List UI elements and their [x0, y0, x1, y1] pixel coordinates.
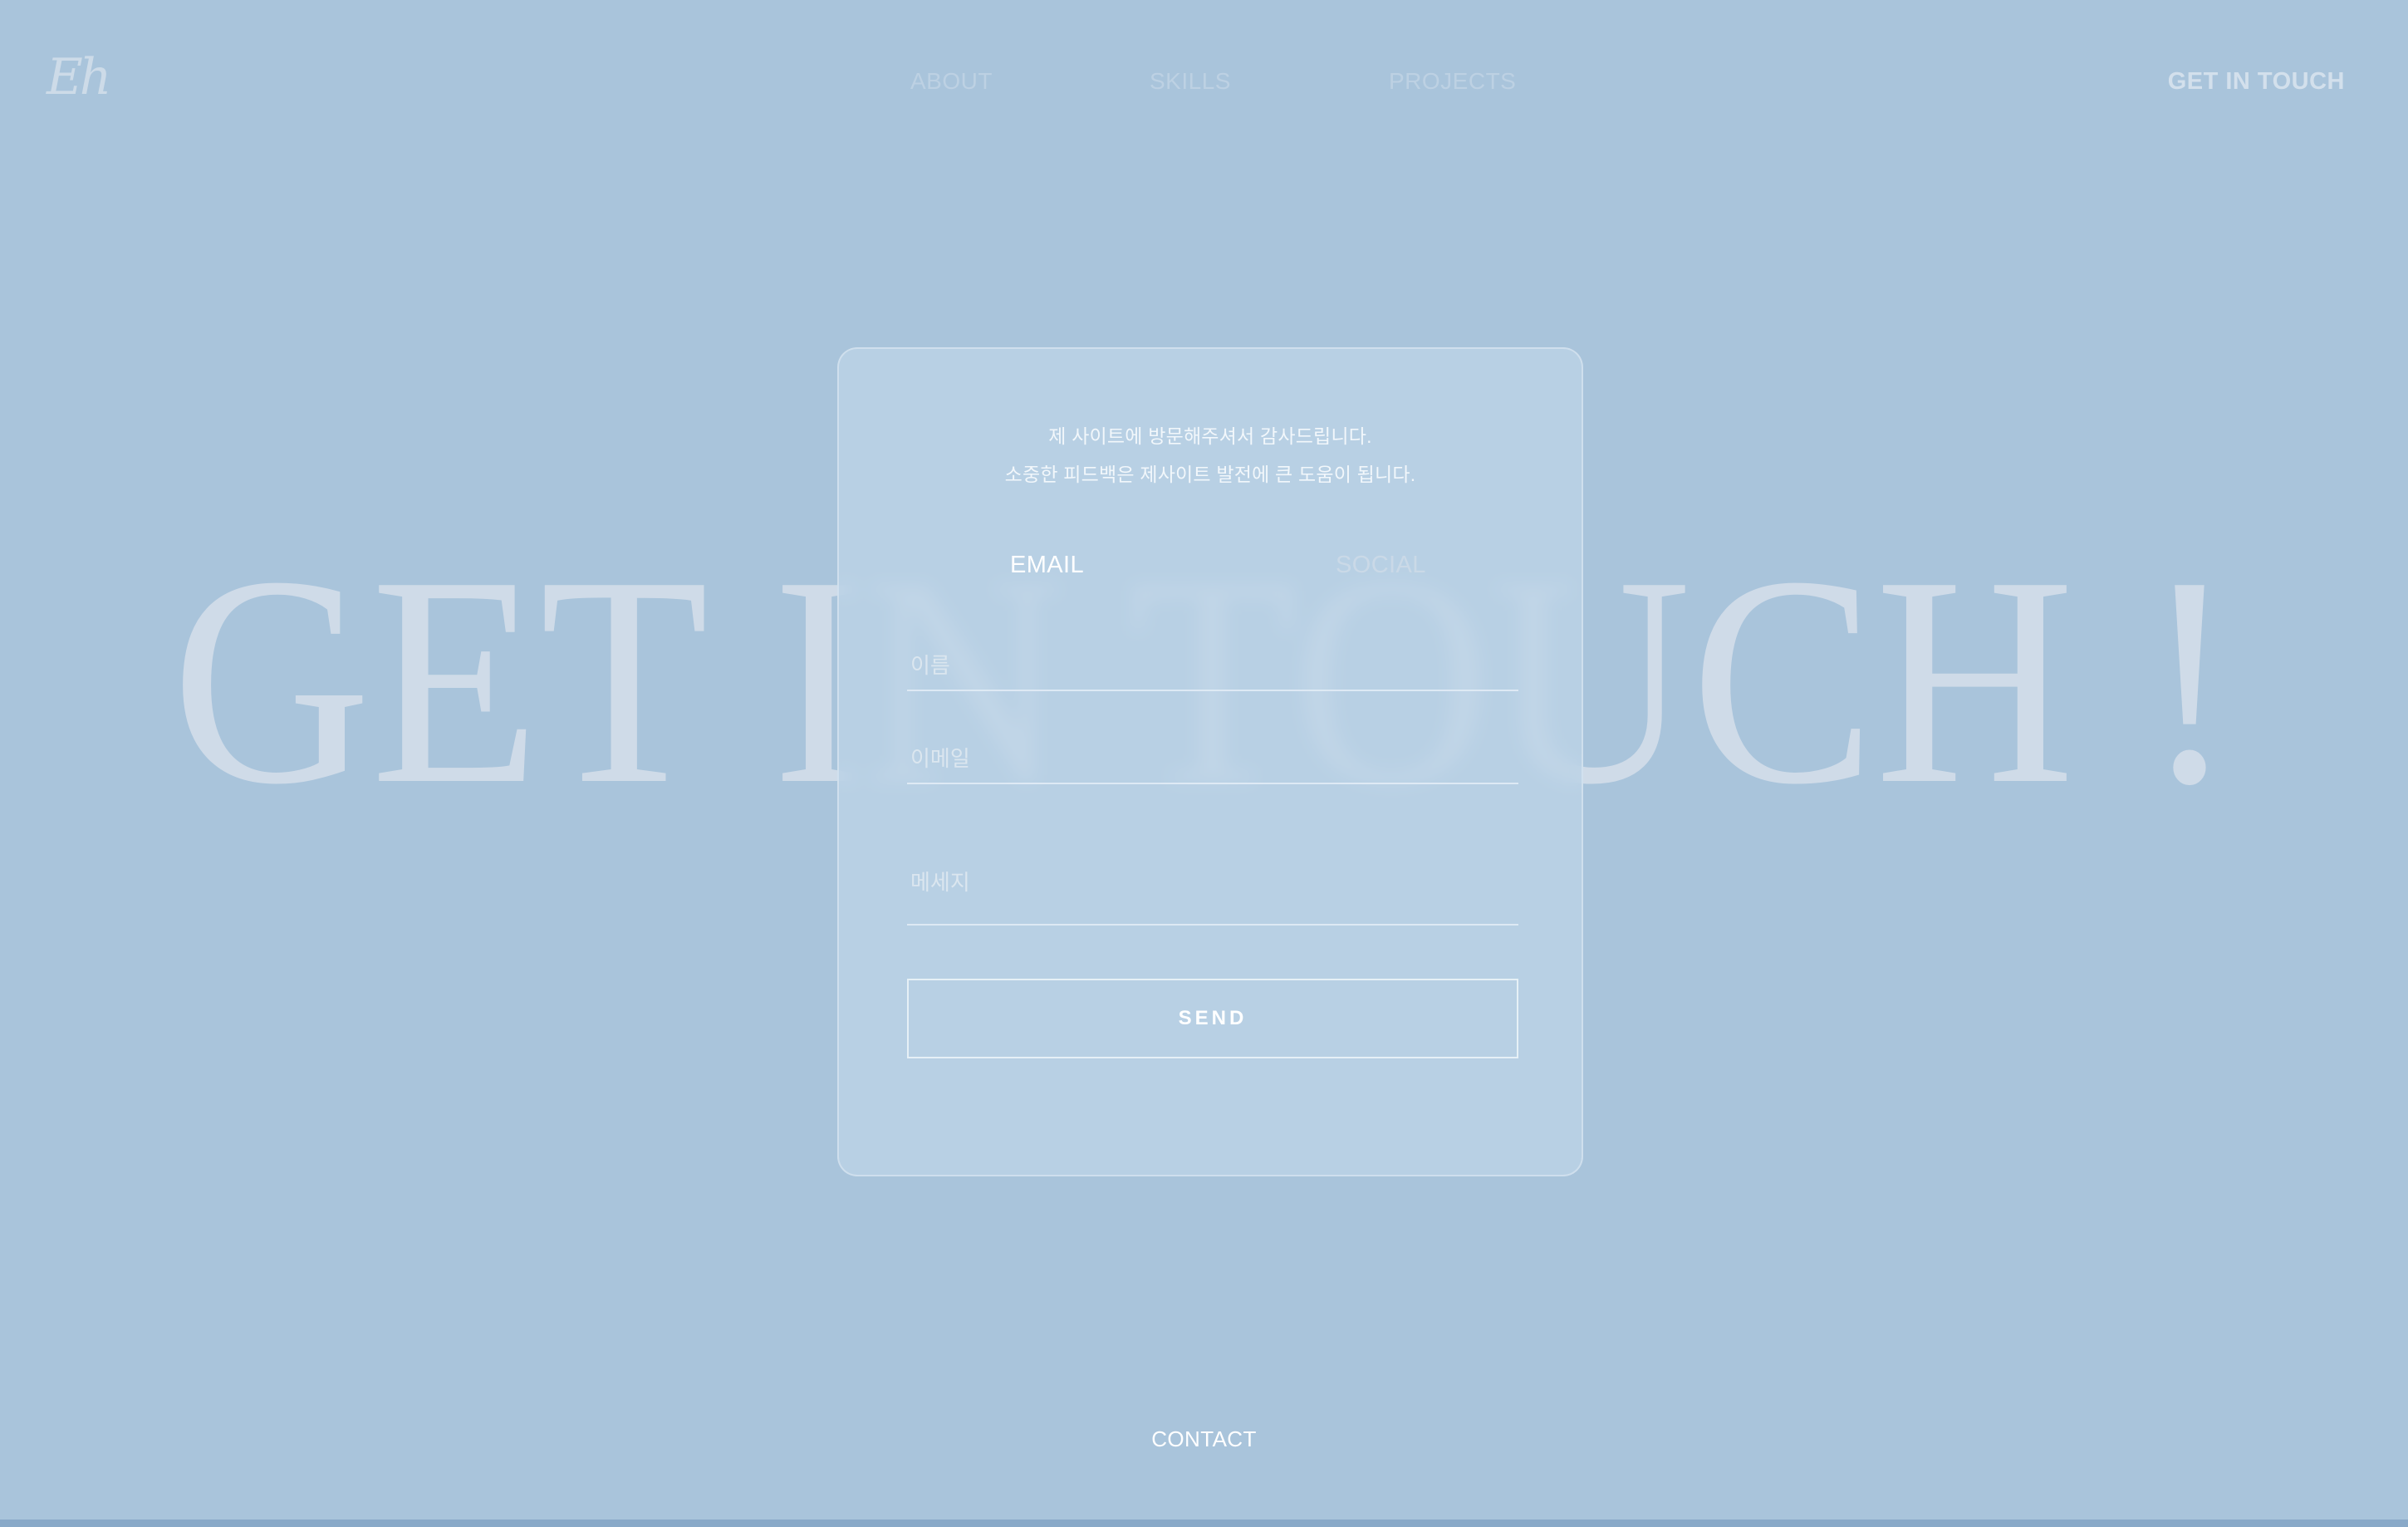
- tab-social[interactable]: SOCIAL: [1336, 552, 1426, 579]
- message-placeholder: 메세지: [910, 870, 970, 895]
- email-placeholder: 이메일: [910, 746, 970, 771]
- footer-contact-link[interactable]: CONTACT: [0, 1426, 2408, 1452]
- top-nav: Eh ABOUT SKILLS PROJECTS GET IN TOUCH: [0, 0, 2408, 166]
- nav-link-about[interactable]: ABOUT: [910, 68, 993, 95]
- nav-link-skills[interactable]: SKILLS: [1150, 68, 1231, 95]
- site-logo[interactable]: Eh: [47, 48, 111, 106]
- get-in-touch-link[interactable]: GET IN TOUCH: [2168, 68, 2345, 96]
- email-field[interactable]: 이메일: [907, 741, 1518, 784]
- tab-email[interactable]: EMAIL: [1010, 552, 1084, 579]
- nav-link-projects[interactable]: PROJECTS: [1389, 68, 1516, 95]
- intro-text-line-2: 소중한 피드백은 제사이트 발전에 큰 도움이 됩니다.: [1004, 464, 1416, 485]
- contact-card: 제 사이트에 방문해주셔서 감사드립니다. 소중한 피드백은 제사이트 발전에 …: [837, 347, 1583, 1176]
- bottom-accent-bar: [0, 1520, 2408, 1527]
- send-button[interactable]: SEND: [907, 979, 1518, 1058]
- name-placeholder: 이름: [910, 653, 950, 678]
- message-field[interactable]: 메세지: [907, 831, 1518, 926]
- intro-text-line-1: 제 사이트에 방문해주셔서 감사드립니다.: [1048, 425, 1372, 447]
- name-field[interactable]: 이름: [907, 648, 1518, 691]
